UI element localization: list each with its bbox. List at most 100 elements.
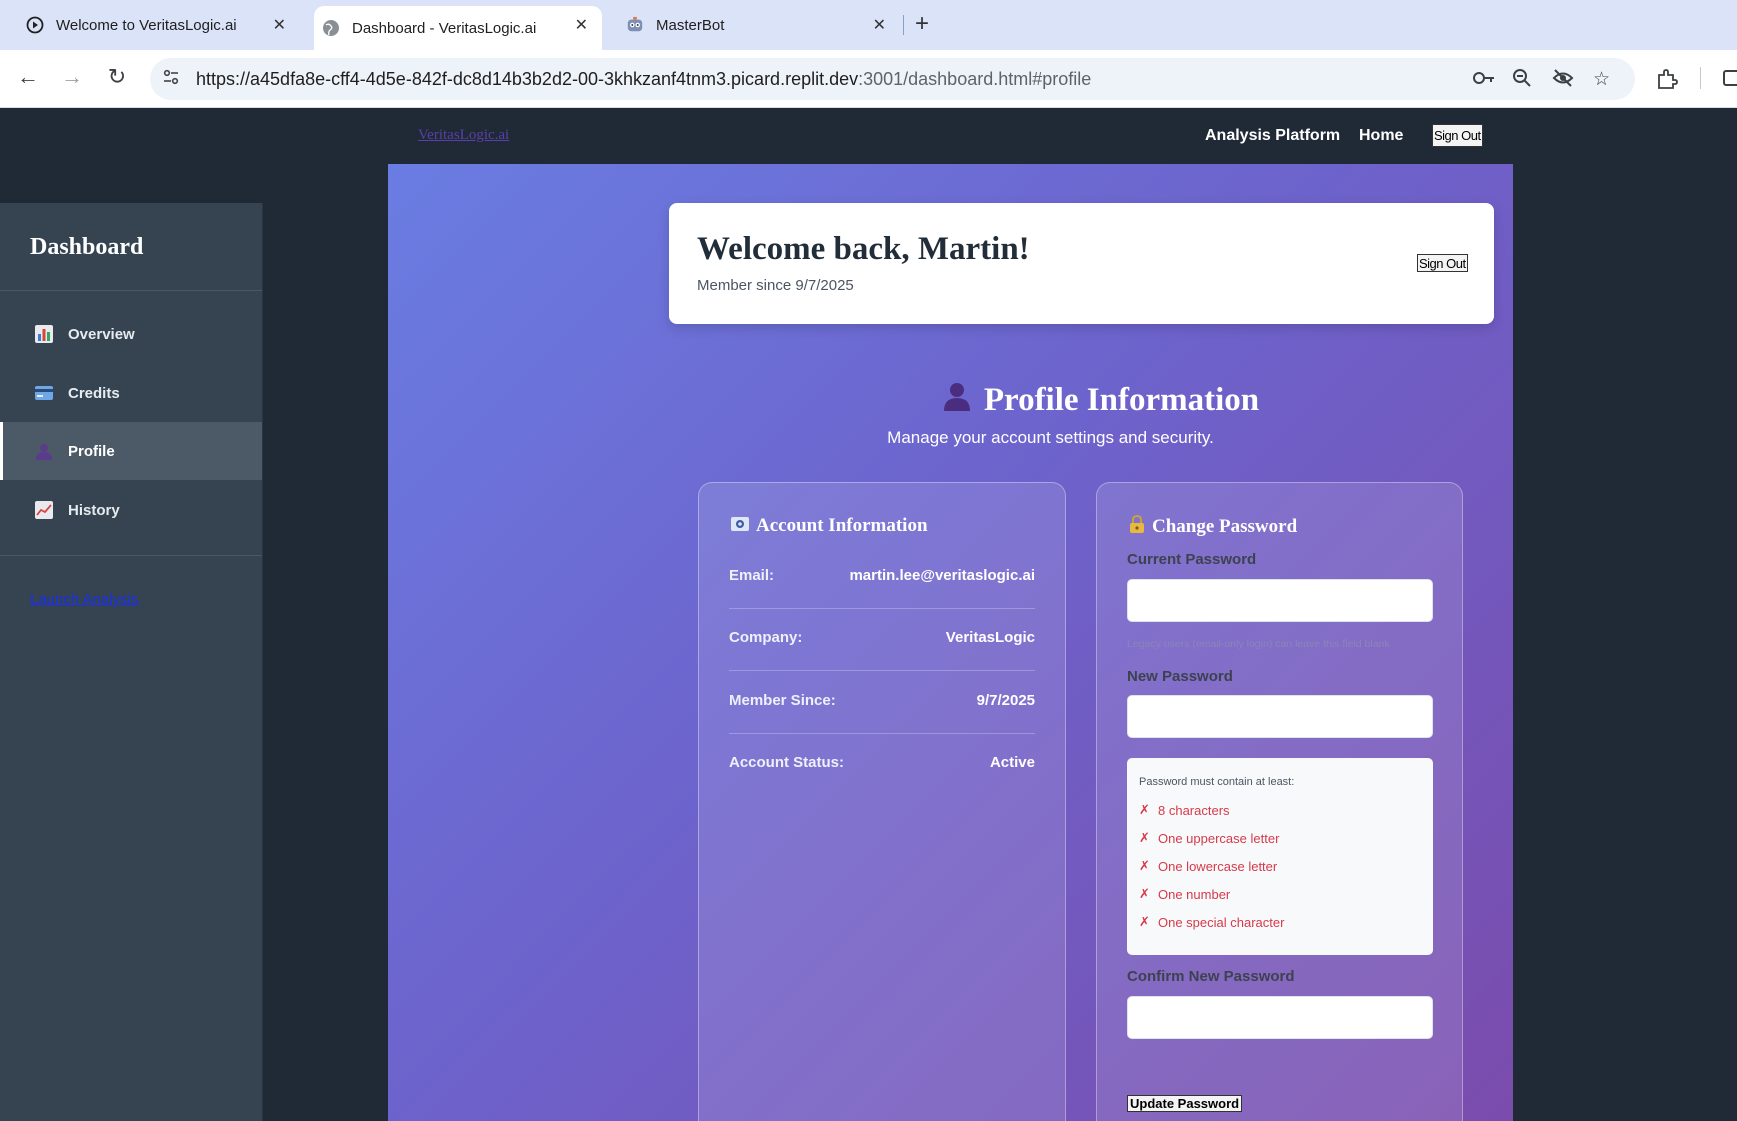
requirement-item: ✗ One special character xyxy=(1139,914,1284,930)
nav-link-analysis-platform[interactable]: Analysis Platform xyxy=(1205,127,1340,145)
globe-icon xyxy=(322,19,340,37)
x-mark-icon: ✗ xyxy=(1139,830,1150,845)
sidebar-title: Dashboard xyxy=(30,234,144,260)
line-chart-icon xyxy=(34,501,54,519)
status-badge: Active xyxy=(989,754,1035,771)
browser-tab-masterbot[interactable]: MasterBot ✕ xyxy=(600,6,900,44)
field-label: Account Status: xyxy=(729,754,845,771)
browser-toolbar: ← → ↻ https://a45dfa8e-cff4-4d5e-842f-dc… xyxy=(0,50,1737,108)
browser-tab-welcome[interactable]: Welcome to VeritasLogic.ai ✕ xyxy=(0,6,300,44)
requirement-text: One lowercase letter xyxy=(1158,858,1278,874)
password-card-title-text: Change Password xyxy=(1152,515,1298,537)
dashboard-sidebar: Dashboard Overview Credits Profile Histo… xyxy=(0,203,263,1121)
account-row-member-since: Member Since: 9/7/2025 xyxy=(729,672,1035,734)
account-card-title-text: Account Information xyxy=(756,515,928,536)
profile-title-text: Profile Information xyxy=(983,381,1260,418)
x-mark-icon: ✗ xyxy=(1139,914,1150,929)
account-information-card: Account Information Email: martin.lee@ve… xyxy=(698,482,1066,1121)
sidebar-item-label: Overview xyxy=(68,325,135,343)
close-icon[interactable]: ✕ xyxy=(575,15,588,35)
main-content: Welcome back, Martin! Member since 9/7/2… xyxy=(388,164,1513,1121)
url-path: :3001/dashboard.html#profile xyxy=(858,69,1092,89)
sidebar-item-overview[interactable]: Overview xyxy=(0,305,262,363)
account-row-email: Email: martin.lee@veritaslogic.ai xyxy=(729,547,1035,609)
browser-tab-title: Welcome to VeritasLogic.ai xyxy=(56,16,237,34)
account-row-company: Company: VeritasLogic xyxy=(729,609,1035,671)
credit-card-icon xyxy=(34,384,54,402)
zoom-icon[interactable] xyxy=(1512,68,1532,94)
id-card-icon xyxy=(731,516,749,536)
field-value: 9/7/2025 xyxy=(976,692,1035,709)
member-since-text: Member since 9/7/2025 xyxy=(697,277,854,294)
sidebar-item-credits[interactable]: Credits xyxy=(0,364,262,422)
requirement-item: ✗ One uppercase letter xyxy=(1139,830,1279,846)
user-silhouette-icon xyxy=(942,381,972,419)
back-arrow-icon[interactable]: ← xyxy=(13,64,43,90)
welcome-title: Welcome back, Martin! xyxy=(697,231,1030,267)
forward-arrow-icon[interactable]: → xyxy=(57,64,87,90)
confirm-password-label: Confirm New Password xyxy=(1127,968,1295,985)
field-label: Email: xyxy=(729,567,775,584)
tab-separator xyxy=(903,15,904,35)
user-silhouette-icon xyxy=(34,442,54,460)
password-requirements-box: Password must contain at least: ✗ 8 chara… xyxy=(1127,758,1433,955)
launch-analysis-link[interactable]: Launch Analysis xyxy=(30,591,138,608)
field-label: Company: xyxy=(729,629,803,646)
requirement-text: One special character xyxy=(1158,914,1285,930)
url-host: https://a45dfa8e-cff4-4d5e-842f-dc8d14b3… xyxy=(196,69,859,89)
page-title: Profile Information xyxy=(942,381,1259,419)
browser-tab-strip: Welcome to VeritasLogic.ai ✕ Dashboard -… xyxy=(0,0,1737,50)
eye-off-icon[interactable] xyxy=(1552,68,1574,94)
page-icon xyxy=(26,16,44,34)
sidebar-item-profile[interactable]: Profile xyxy=(0,422,262,480)
robot-icon xyxy=(626,16,644,34)
close-icon[interactable]: ✕ xyxy=(273,15,286,35)
requirement-text: One uppercase letter xyxy=(1158,830,1280,846)
requirement-item: ✗ One lowercase letter xyxy=(1139,858,1277,874)
x-mark-icon: ✗ xyxy=(1139,858,1150,873)
account-row-status: Account Status: Active xyxy=(729,734,1035,796)
requirement-item: ✗ One number xyxy=(1139,886,1230,902)
browser-tab-dashboard[interactable]: Dashboard - VeritasLogic.ai ✕ xyxy=(314,6,602,50)
current-password-label: Current Password xyxy=(1127,551,1257,568)
field-value: VeritasLogic xyxy=(945,629,1035,646)
update-password-button[interactable]: Update Password xyxy=(1127,1095,1243,1112)
browser-tab-title: Dashboard - VeritasLogic.ai xyxy=(352,19,537,37)
sidebar-divider xyxy=(0,290,262,291)
confirm-password-input[interactable] xyxy=(1127,996,1433,1039)
card-title: Account Information xyxy=(731,515,928,537)
address-bar[interactable]: https://a45dfa8e-cff4-4d5e-842f-dc8d14b3… xyxy=(150,58,1635,100)
requirements-header: Password must contain at least: xyxy=(1139,776,1295,788)
requirement-text: 8 characters xyxy=(1158,802,1230,818)
x-mark-icon: ✗ xyxy=(1139,886,1150,901)
password-key-icon[interactable] xyxy=(1472,68,1496,94)
sidebar-divider xyxy=(0,555,262,556)
new-password-label: New Password xyxy=(1127,668,1233,685)
sidebar-item-label: Profile xyxy=(68,442,115,460)
url-text[interactable]: https://a45dfa8e-cff4-4d5e-842f-dc8d14b3… xyxy=(196,69,1091,90)
site-settings-icon[interactable] xyxy=(162,68,180,91)
nav-link-home[interactable]: Home xyxy=(1359,127,1403,145)
brand-link[interactable]: VeritasLogic.ai xyxy=(418,127,509,144)
bar-chart-icon xyxy=(34,325,54,343)
sidebar-item-history[interactable]: History xyxy=(0,481,262,539)
browser-tab-title: MasterBot xyxy=(656,16,725,34)
card-title: Change Password xyxy=(1129,514,1298,538)
extensions-icon[interactable] xyxy=(1656,68,1678,96)
new-tab-plus-icon[interactable]: + xyxy=(915,10,929,38)
welcome-card: Welcome back, Martin! Member since 9/7/2… xyxy=(669,203,1494,324)
field-label: Member Since: xyxy=(729,692,836,709)
toolbar-divider xyxy=(1700,67,1701,89)
current-password-hint: Legacy users (email-only login) can leav… xyxy=(1127,638,1390,650)
bookmark-star-icon[interactable]: ☆ xyxy=(1593,68,1610,91)
reload-icon[interactable]: ↻ xyxy=(102,64,132,90)
current-password-input[interactable] xyxy=(1127,579,1433,622)
sign-out-button[interactable]: Sign Out xyxy=(1417,254,1468,272)
sidebar-item-label: Credits xyxy=(68,384,120,402)
sidebar-item-label: History xyxy=(68,501,120,519)
close-icon[interactable]: ✕ xyxy=(873,15,886,35)
side-panel-icon[interactable] xyxy=(1722,68,1737,94)
new-password-input[interactable] xyxy=(1127,695,1433,738)
change-password-card: Change Password Current Password Legacy … xyxy=(1096,482,1463,1121)
header-sign-out-button[interactable]: Sign Out xyxy=(1432,124,1483,147)
